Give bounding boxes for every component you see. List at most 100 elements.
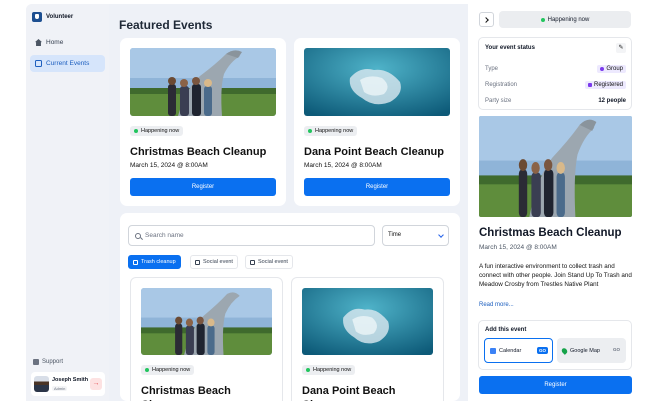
party-size-label: Party size xyxy=(485,98,512,104)
event-photo xyxy=(302,288,433,355)
google-map-option[interactable]: Google Map GO xyxy=(557,338,626,363)
status-badge: Happening now xyxy=(304,126,358,136)
support-link[interactable]: Support xyxy=(33,359,63,365)
live-dot-icon xyxy=(308,129,312,133)
status-label: Happening now xyxy=(547,16,590,23)
registered-chip: Registered xyxy=(584,81,626,89)
people-icon xyxy=(250,259,255,265)
sidebar-item-current-events[interactable]: Current Events xyxy=(30,55,105,72)
filter-social-event[interactable]: Social event xyxy=(190,255,238,269)
event-title: Christmas Beach Cleanup xyxy=(130,146,267,158)
whale-tail-sculpture-photo xyxy=(130,48,276,116)
time-select[interactable]: Time xyxy=(382,225,449,246)
detail-date: March 15, 2024 @ 8:00AM xyxy=(479,244,557,251)
event-list-panel: Search name Time Trash cleanup Social ev… xyxy=(120,213,460,401)
event-title: Dana Point Beach Cleanup xyxy=(302,385,396,401)
register-button[interactable]: Register xyxy=(130,178,276,196)
edit-pencil-icon[interactable]: ✎ xyxy=(616,43,626,53)
whale-tail-sculpture-photo xyxy=(141,288,272,355)
happening-now-pill: Happening now xyxy=(499,11,631,28)
filter-trash-cleanup[interactable]: Trash cleanup xyxy=(128,255,181,269)
add-event-box: Add this event Calendar GO Google Map GO xyxy=(478,320,632,370)
go-button[interactable]: GO xyxy=(536,347,548,354)
app-window: Volunteer Home Current Events Support Jo… xyxy=(26,4,647,401)
sidebar-item-home[interactable]: Home xyxy=(30,34,105,51)
filter-label: Social event xyxy=(258,259,288,265)
time-select-value: Time xyxy=(388,232,402,238)
go-button[interactable]: GO xyxy=(611,346,622,353)
calendar-icon xyxy=(490,347,496,354)
calendar-icon xyxy=(195,259,200,265)
featured-event-card[interactable]: Happening now Dana Point Beach Cleanup M… xyxy=(294,38,460,206)
search-placeholder: Search name xyxy=(145,232,184,239)
live-dot-icon xyxy=(306,368,310,372)
app-name: Volunteer xyxy=(46,14,74,20)
status-label: Happening now xyxy=(315,128,354,134)
collapse-panel-button[interactable] xyxy=(479,12,494,27)
live-dot-icon xyxy=(540,17,545,22)
avatar xyxy=(34,376,49,392)
chip-label: Group xyxy=(606,66,623,72)
status-label: Happening now xyxy=(313,367,352,373)
add-to-calendar-option[interactable]: Calendar GO xyxy=(484,338,553,363)
support-icon xyxy=(33,359,39,365)
search-input[interactable]: Search name xyxy=(128,225,375,246)
event-photo xyxy=(141,288,272,355)
detail-register-button[interactable]: Register xyxy=(479,376,632,394)
live-dot-icon xyxy=(145,368,149,372)
user-name: Joseph Smith xyxy=(52,377,89,383)
user-role-badge: Admin xyxy=(52,386,68,391)
filter-label: Trash cleanup xyxy=(141,259,176,265)
filter-label: Social event xyxy=(203,259,233,265)
registration-value: Registered xyxy=(584,81,626,89)
sidebar-item-label: Current Events xyxy=(46,60,90,67)
chip-label: Registered xyxy=(593,82,623,88)
detail-description: A fun interactive environment to collect… xyxy=(479,263,632,289)
plastic-bag-underwater-photo xyxy=(304,48,450,116)
page-title: Featured Events xyxy=(119,18,213,32)
trash-icon xyxy=(133,259,138,265)
event-detail-panel: Happening now Your event status ✎ Type G… xyxy=(468,4,647,401)
detail-title: Christmas Beach Cleanup xyxy=(479,227,622,239)
party-size-value: 12 people xyxy=(598,98,626,104)
event-status-box: Your event status ✎ Type Group Registrat… xyxy=(478,37,632,110)
status-label: Happening now xyxy=(141,128,180,134)
status-badge: Happening now xyxy=(302,365,356,375)
type-value: Group xyxy=(597,65,626,73)
home-icon xyxy=(35,39,42,46)
plastic-bag-underwater-photo xyxy=(302,288,433,355)
event-card[interactable]: Happening now Dana Point Beach Cleanup xyxy=(291,277,444,401)
event-card[interactable]: Happening now Christmas Beach Cleanup xyxy=(130,277,283,401)
group-icon xyxy=(600,67,605,71)
event-date: March 15, 2024 @ 8:00AM xyxy=(130,162,208,169)
logout-icon[interactable]: → xyxy=(90,378,102,390)
option-label: Calendar xyxy=(499,347,522,354)
featured-event-card[interactable]: Happening now Christmas Beach Cleanup Ma… xyxy=(120,38,286,206)
status-box-heading: Your event status xyxy=(485,45,535,51)
search-icon xyxy=(135,232,141,239)
map-pin-icon xyxy=(560,346,569,355)
event-title: Christmas Beach Cleanup xyxy=(141,385,231,401)
add-event-heading: Add this event xyxy=(485,327,527,333)
sidebar: Volunteer Home Current Events Support Jo… xyxy=(26,4,109,401)
event-date: March 15, 2024 @ 8:00AM xyxy=(304,162,382,169)
registration-label: Registration xyxy=(485,82,518,88)
status-badge: Happening now xyxy=(130,126,184,136)
register-button[interactable]: Register xyxy=(304,178,450,196)
option-label: Google Map xyxy=(570,347,600,354)
chevron-down-icon xyxy=(438,232,444,238)
event-hero-photo xyxy=(479,116,632,217)
read-more-link[interactable]: Read more... xyxy=(479,302,514,308)
registered-icon xyxy=(587,83,592,87)
user-card: Joseph Smith Admin → xyxy=(31,372,105,396)
whale-tail-sculpture-photo xyxy=(479,116,632,217)
calendar-icon xyxy=(35,60,42,67)
brand: Volunteer xyxy=(32,12,73,22)
support-label: Support xyxy=(42,359,64,365)
sidebar-item-label: Home xyxy=(46,39,64,46)
status-badge: Happening now xyxy=(141,365,195,375)
volunteer-logo-icon xyxy=(32,12,42,22)
event-title: Dana Point Beach Cleanup xyxy=(304,146,444,158)
live-dot-icon xyxy=(134,129,138,133)
filter-social-event[interactable]: Social event xyxy=(245,255,293,269)
